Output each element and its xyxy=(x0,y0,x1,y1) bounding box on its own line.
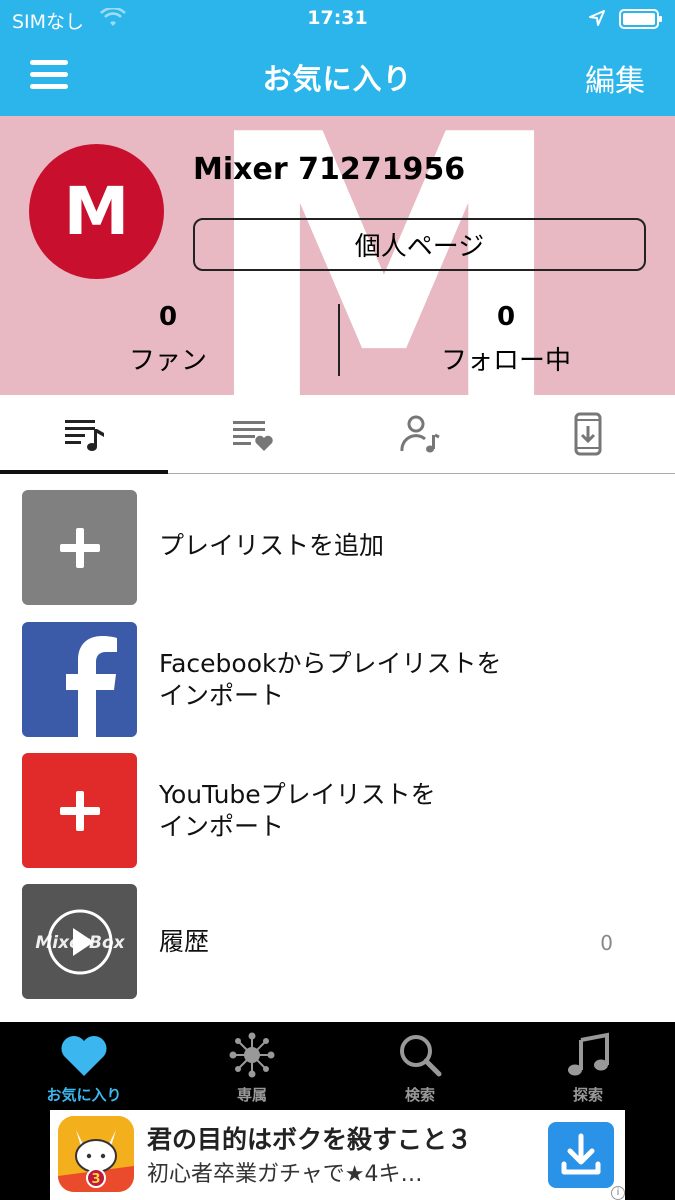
avatar[interactable]: M xyxy=(29,144,164,279)
phone-download-icon xyxy=(574,412,602,456)
list-item-facebook-import[interactable]: Facebookからプレイリストを インポート xyxy=(0,622,675,752)
playlist-music-icon xyxy=(65,420,104,451)
tab-exclusive[interactable]: 専属 xyxy=(168,1022,336,1110)
heart-icon xyxy=(61,1036,107,1076)
tab-favorites-main[interactable]: お気に入り xyxy=(0,1022,168,1110)
plus-icon xyxy=(59,527,100,568)
tab-search[interactable]: 検索 xyxy=(336,1022,504,1110)
tab-label: 探索 xyxy=(572,1086,603,1104)
cat-character-icon: 3 xyxy=(58,1116,134,1192)
ad-subtitle: 初心者卒業ガチャで★4キ… xyxy=(147,1162,423,1187)
ad-banner[interactable]: 3 君の目的はボクを殺すこと３ 初心者卒業ガチャで★4キ… i xyxy=(50,1110,625,1200)
following-label: フォロー中 xyxy=(440,346,571,376)
facebook-thumb xyxy=(22,622,137,737)
tab-playlists[interactable] xyxy=(0,395,168,474)
music-note-icon xyxy=(568,1032,609,1076)
mixerbox-icon: MixerBox xyxy=(35,909,126,975)
navigation-bar: お気に入り 編集 xyxy=(0,38,675,116)
svg-text:3: 3 xyxy=(91,1172,100,1187)
clock: 17:31 xyxy=(307,7,368,29)
library-tabs xyxy=(0,395,675,474)
profile-header: M M Mixer 71271956 個人ページ 0 ファン 0 フォロー中 xyxy=(0,116,675,395)
status-bar: SIMなし 17:31 xyxy=(0,0,675,38)
add-playlist-thumb xyxy=(22,490,137,605)
search-icon xyxy=(400,1035,442,1077)
download-icon xyxy=(561,1133,601,1175)
history-count: 0 xyxy=(600,931,613,955)
ad-area: 3 君の目的はボクを殺すこと３ 初心者卒業ガチャで★4キ… i xyxy=(0,1110,675,1200)
battery-icon xyxy=(619,9,662,29)
network-icon xyxy=(229,1032,275,1078)
stats-divider xyxy=(338,304,340,376)
tab-artists[interactable] xyxy=(336,395,504,473)
bottom-tab-bar: お気に入り 専属 検索 探索 xyxy=(0,1022,675,1110)
tab-label: お気に入り xyxy=(46,1086,122,1104)
fans-stat[interactable]: 0 ファン xyxy=(28,302,308,377)
list-item-label: 履歴 xyxy=(159,927,210,956)
fans-count: 0 xyxy=(158,302,178,332)
ad-app-icon: 3 xyxy=(58,1116,134,1192)
list-item-history[interactable]: MixerBox 履歴 0 xyxy=(0,884,675,1014)
fans-label: ファン xyxy=(128,346,207,376)
page-title: お気に入り xyxy=(262,62,413,96)
top-bar: SIMなし 17:31 お気に入り 編集 xyxy=(0,0,675,116)
tab-explore[interactable]: 探索 xyxy=(504,1022,672,1110)
youtube-thumb xyxy=(22,753,137,868)
edit-button[interactable]: 編集 xyxy=(585,56,645,100)
personal-page-button[interactable]: 個人ページ xyxy=(193,218,646,271)
mixerbox-wordmark: MixerBox xyxy=(35,933,125,953)
tab-label: 専属 xyxy=(236,1086,267,1104)
ad-download-button[interactable] xyxy=(548,1122,614,1188)
plus-icon xyxy=(59,790,100,831)
tab-favorites[interactable] xyxy=(168,395,336,473)
tab-label: 検索 xyxy=(404,1086,435,1104)
ad-info-icon[interactable]: i xyxy=(611,1186,625,1200)
facebook-icon xyxy=(66,636,117,737)
following-count: 0 xyxy=(496,302,516,332)
list-item-label: Facebookからプレイリストを インポート xyxy=(159,649,502,710)
location-arrow-icon xyxy=(589,10,605,26)
ad-title: 君の目的はボクを殺すこと３ xyxy=(147,1125,473,1154)
list-item-youtube-import[interactable]: YouTubeプレイリストを インポート xyxy=(0,753,675,883)
list-item-label: プレイリストを追加 xyxy=(159,531,385,560)
list-item-label: YouTubeプレイリストを インポート xyxy=(159,780,436,841)
artist-icon xyxy=(400,415,440,453)
favorite-list-icon xyxy=(233,421,273,451)
tab-offline[interactable] xyxy=(504,395,672,473)
following-stat[interactable]: 0 フォロー中 xyxy=(366,302,646,377)
list-item-add-playlist[interactable]: プレイリストを追加 xyxy=(0,490,675,620)
username: Mixer 71271956 xyxy=(193,152,466,187)
history-thumb: MixerBox xyxy=(22,884,137,999)
